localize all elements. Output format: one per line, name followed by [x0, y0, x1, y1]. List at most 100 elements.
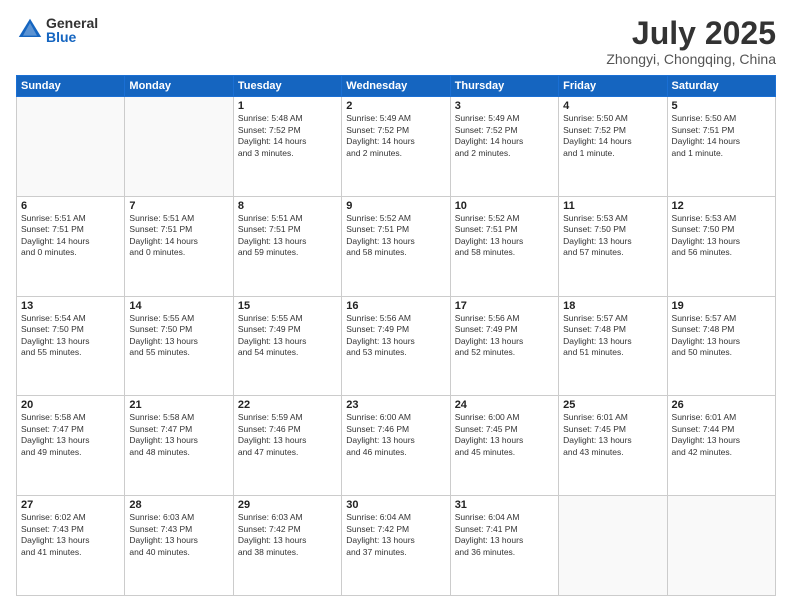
- calendar-cell: 21Sunrise: 5:58 AMSunset: 7:47 PMDayligh…: [125, 396, 233, 496]
- day-info: Sunrise: 5:52 AMSunset: 7:51 PMDaylight:…: [455, 213, 554, 259]
- weekday-sunday: Sunday: [17, 76, 125, 97]
- calendar-cell: 13Sunrise: 5:54 AMSunset: 7:50 PMDayligh…: [17, 296, 125, 396]
- calendar-cell: 22Sunrise: 5:59 AMSunset: 7:46 PMDayligh…: [233, 396, 341, 496]
- day-number: 14: [129, 300, 228, 312]
- calendar-cell: 20Sunrise: 5:58 AMSunset: 7:47 PMDayligh…: [17, 396, 125, 496]
- weekday-monday: Monday: [125, 76, 233, 97]
- day-info: Sunrise: 5:54 AMSunset: 7:50 PMDaylight:…: [21, 313, 120, 359]
- day-number: 17: [455, 300, 554, 312]
- day-info: Sunrise: 5:58 AMSunset: 7:47 PMDaylight:…: [21, 412, 120, 458]
- day-number: 5: [672, 100, 771, 112]
- day-number: 1: [238, 100, 337, 112]
- day-info: Sunrise: 5:57 AMSunset: 7:48 PMDaylight:…: [672, 313, 771, 359]
- calendar: Sunday Monday Tuesday Wednesday Thursday…: [16, 75, 776, 596]
- calendar-cell: 26Sunrise: 6:01 AMSunset: 7:44 PMDayligh…: [667, 396, 775, 496]
- day-info: Sunrise: 5:50 AMSunset: 7:52 PMDaylight:…: [563, 113, 662, 159]
- calendar-week-4: 27Sunrise: 6:02 AMSunset: 7:43 PMDayligh…: [17, 496, 776, 596]
- day-number: 20: [21, 399, 120, 411]
- calendar-cell: 27Sunrise: 6:02 AMSunset: 7:43 PMDayligh…: [17, 496, 125, 596]
- day-info: Sunrise: 6:03 AMSunset: 7:43 PMDaylight:…: [129, 512, 228, 558]
- day-number: 7: [129, 200, 228, 212]
- calendar-cell: [667, 496, 775, 596]
- day-info: Sunrise: 6:01 AMSunset: 7:44 PMDaylight:…: [672, 412, 771, 458]
- calendar-cell: 4Sunrise: 5:50 AMSunset: 7:52 PMDaylight…: [559, 97, 667, 197]
- calendar-cell: 24Sunrise: 6:00 AMSunset: 7:45 PMDayligh…: [450, 396, 558, 496]
- location: Zhongyi, Chongqing, China: [606, 51, 776, 67]
- calendar-cell: 23Sunrise: 6:00 AMSunset: 7:46 PMDayligh…: [342, 396, 450, 496]
- day-info: Sunrise: 5:56 AMSunset: 7:49 PMDaylight:…: [346, 313, 445, 359]
- calendar-body: 1Sunrise: 5:48 AMSunset: 7:52 PMDaylight…: [17, 97, 776, 596]
- calendar-cell: 17Sunrise: 5:56 AMSunset: 7:49 PMDayligh…: [450, 296, 558, 396]
- day-info: Sunrise: 5:48 AMSunset: 7:52 PMDaylight:…: [238, 113, 337, 159]
- day-info: Sunrise: 5:55 AMSunset: 7:49 PMDaylight:…: [238, 313, 337, 359]
- day-number: 31: [455, 499, 554, 511]
- calendar-cell: 1Sunrise: 5:48 AMSunset: 7:52 PMDaylight…: [233, 97, 341, 197]
- day-number: 27: [21, 499, 120, 511]
- logo-general-text: General: [46, 16, 98, 30]
- day-number: 8: [238, 200, 337, 212]
- calendar-week-2: 13Sunrise: 5:54 AMSunset: 7:50 PMDayligh…: [17, 296, 776, 396]
- calendar-cell: 25Sunrise: 6:01 AMSunset: 7:45 PMDayligh…: [559, 396, 667, 496]
- day-info: Sunrise: 5:59 AMSunset: 7:46 PMDaylight:…: [238, 412, 337, 458]
- day-number: 3: [455, 100, 554, 112]
- day-number: 21: [129, 399, 228, 411]
- calendar-cell: 28Sunrise: 6:03 AMSunset: 7:43 PMDayligh…: [125, 496, 233, 596]
- day-info: Sunrise: 6:02 AMSunset: 7:43 PMDaylight:…: [21, 512, 120, 558]
- calendar-cell: [17, 97, 125, 197]
- day-number: 30: [346, 499, 445, 511]
- calendar-cell: [559, 496, 667, 596]
- calendar-cell: 18Sunrise: 5:57 AMSunset: 7:48 PMDayligh…: [559, 296, 667, 396]
- weekday-thursday: Thursday: [450, 76, 558, 97]
- calendar-cell: 16Sunrise: 5:56 AMSunset: 7:49 PMDayligh…: [342, 296, 450, 396]
- day-number: 6: [21, 200, 120, 212]
- calendar-cell: 30Sunrise: 6:04 AMSunset: 7:42 PMDayligh…: [342, 496, 450, 596]
- day-number: 12: [672, 200, 771, 212]
- logo: General Blue: [16, 16, 98, 44]
- day-number: 11: [563, 200, 662, 212]
- day-number: 29: [238, 499, 337, 511]
- calendar-cell: 29Sunrise: 6:03 AMSunset: 7:42 PMDayligh…: [233, 496, 341, 596]
- day-info: Sunrise: 5:51 AMSunset: 7:51 PMDaylight:…: [129, 213, 228, 259]
- day-info: Sunrise: 5:53 AMSunset: 7:50 PMDaylight:…: [672, 213, 771, 259]
- calendar-cell: 19Sunrise: 5:57 AMSunset: 7:48 PMDayligh…: [667, 296, 775, 396]
- day-info: Sunrise: 5:52 AMSunset: 7:51 PMDaylight:…: [346, 213, 445, 259]
- logo-icon: [16, 16, 44, 44]
- day-info: Sunrise: 5:49 AMSunset: 7:52 PMDaylight:…: [346, 113, 445, 159]
- header: General Blue July 2025 Zhongyi, Chongqin…: [16, 16, 776, 67]
- day-info: Sunrise: 5:51 AMSunset: 7:51 PMDaylight:…: [238, 213, 337, 259]
- calendar-cell: 15Sunrise: 5:55 AMSunset: 7:49 PMDayligh…: [233, 296, 341, 396]
- day-number: 10: [455, 200, 554, 212]
- calendar-cell: 10Sunrise: 5:52 AMSunset: 7:51 PMDayligh…: [450, 196, 558, 296]
- calendar-cell: 9Sunrise: 5:52 AMSunset: 7:51 PMDaylight…: [342, 196, 450, 296]
- weekday-row: Sunday Monday Tuesday Wednesday Thursday…: [17, 76, 776, 97]
- day-number: 16: [346, 300, 445, 312]
- day-number: 23: [346, 399, 445, 411]
- calendar-cell: 31Sunrise: 6:04 AMSunset: 7:41 PMDayligh…: [450, 496, 558, 596]
- day-info: Sunrise: 6:00 AMSunset: 7:45 PMDaylight:…: [455, 412, 554, 458]
- logo-text: General Blue: [46, 16, 98, 44]
- day-number: 25: [563, 399, 662, 411]
- day-number: 4: [563, 100, 662, 112]
- day-info: Sunrise: 5:53 AMSunset: 7:50 PMDaylight:…: [563, 213, 662, 259]
- calendar-cell: 8Sunrise: 5:51 AMSunset: 7:51 PMDaylight…: [233, 196, 341, 296]
- calendar-cell: 5Sunrise: 5:50 AMSunset: 7:51 PMDaylight…: [667, 97, 775, 197]
- calendar-cell: [125, 97, 233, 197]
- day-info: Sunrise: 6:03 AMSunset: 7:42 PMDaylight:…: [238, 512, 337, 558]
- calendar-week-0: 1Sunrise: 5:48 AMSunset: 7:52 PMDaylight…: [17, 97, 776, 197]
- calendar-week-1: 6Sunrise: 5:51 AMSunset: 7:51 PMDaylight…: [17, 196, 776, 296]
- logo-blue-text: Blue: [46, 30, 98, 44]
- day-info: Sunrise: 5:56 AMSunset: 7:49 PMDaylight:…: [455, 313, 554, 359]
- weekday-friday: Friday: [559, 76, 667, 97]
- calendar-cell: 2Sunrise: 5:49 AMSunset: 7:52 PMDaylight…: [342, 97, 450, 197]
- day-number: 24: [455, 399, 554, 411]
- page: General Blue July 2025 Zhongyi, Chongqin…: [0, 0, 792, 612]
- day-number: 15: [238, 300, 337, 312]
- title-block: July 2025 Zhongyi, Chongqing, China: [606, 16, 776, 67]
- calendar-cell: 12Sunrise: 5:53 AMSunset: 7:50 PMDayligh…: [667, 196, 775, 296]
- weekday-tuesday: Tuesday: [233, 76, 341, 97]
- day-number: 2: [346, 100, 445, 112]
- day-info: Sunrise: 5:51 AMSunset: 7:51 PMDaylight:…: [21, 213, 120, 259]
- day-info: Sunrise: 5:50 AMSunset: 7:51 PMDaylight:…: [672, 113, 771, 159]
- day-info: Sunrise: 5:49 AMSunset: 7:52 PMDaylight:…: [455, 113, 554, 159]
- month-title: July 2025: [606, 16, 776, 51]
